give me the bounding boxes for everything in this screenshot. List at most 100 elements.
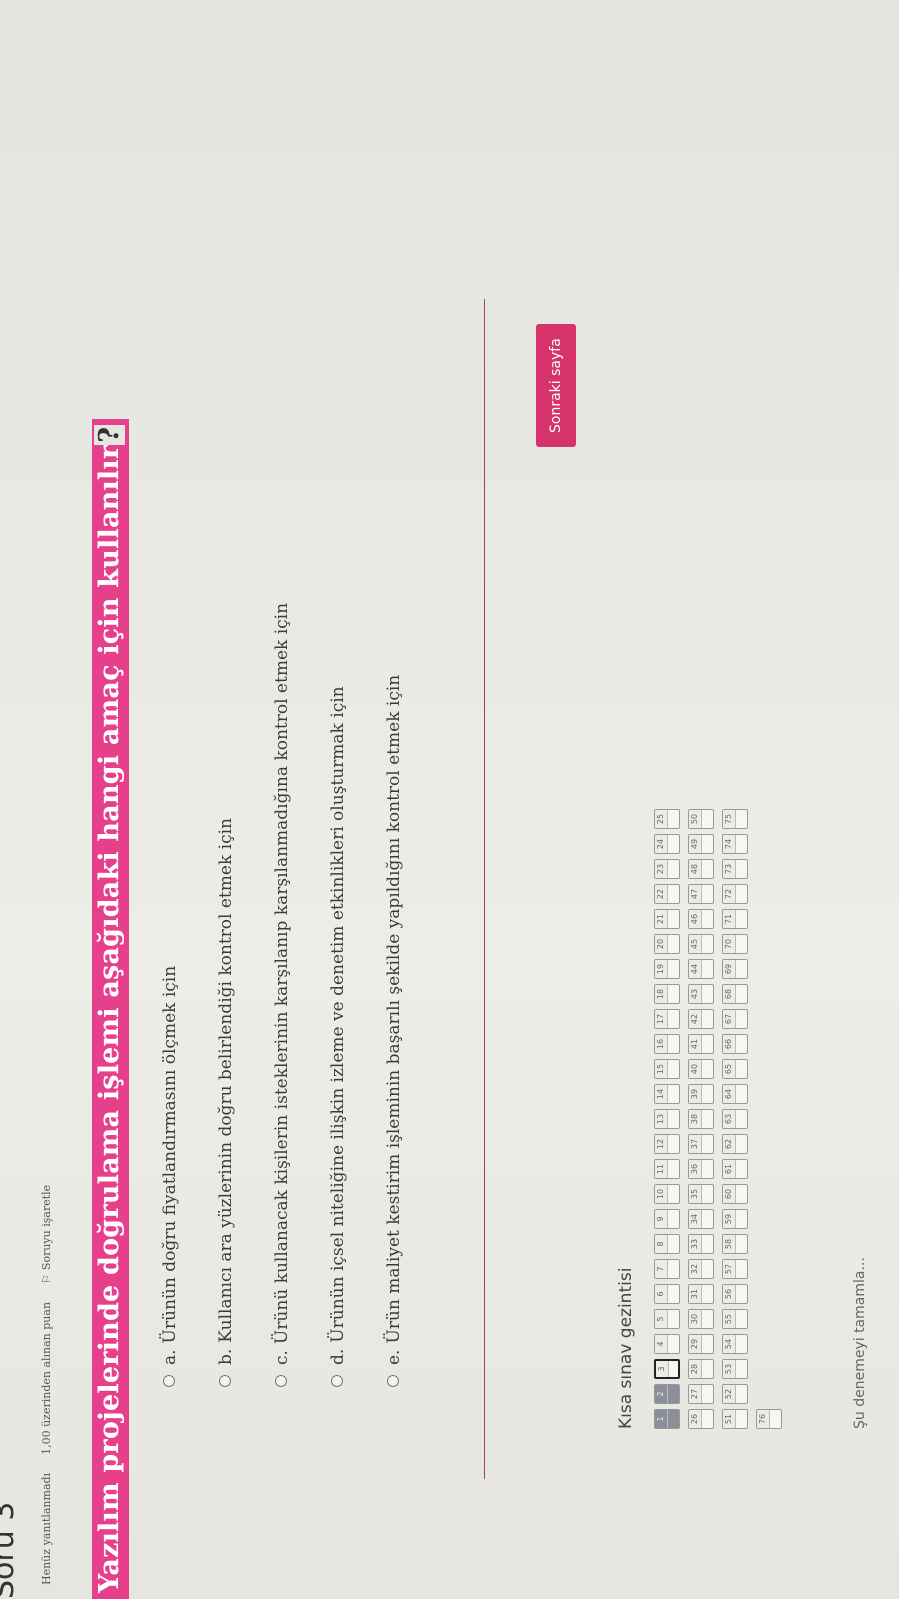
nav-question-33[interactable]: 33 bbox=[688, 1234, 714, 1254]
nav-question-14[interactable]: 14 bbox=[654, 1084, 680, 1104]
nav-question-8[interactable]: 8 bbox=[654, 1234, 680, 1254]
nav-question-21[interactable]: 21 bbox=[654, 909, 680, 929]
nav-question-68[interactable]: 68 bbox=[722, 984, 748, 1004]
nav-question-44[interactable]: 44 bbox=[688, 959, 714, 979]
nav-question-37[interactable]: 37 bbox=[688, 1134, 714, 1154]
question-mark: ? bbox=[94, 424, 125, 445]
nav-question-29[interactable]: 29 bbox=[688, 1334, 714, 1354]
nav-question-number: 18 bbox=[655, 985, 668, 1003]
nav-question-32[interactable]: 32 bbox=[688, 1259, 714, 1279]
nav-question-61[interactable]: 61 bbox=[722, 1159, 748, 1179]
nav-question-36[interactable]: 36 bbox=[688, 1159, 714, 1179]
radio-button[interactable] bbox=[275, 1375, 287, 1387]
nav-question-73[interactable]: 73 bbox=[722, 859, 748, 879]
nav-question-47[interactable]: 47 bbox=[688, 884, 714, 904]
nav-question-60[interactable]: 60 bbox=[722, 1184, 748, 1204]
nav-question-2[interactable]: 2 bbox=[654, 1384, 680, 1404]
option-d[interactable]: d. Ürünün içsel niteliğine ilişkin izlem… bbox=[328, 603, 384, 1387]
nav-question-40[interactable]: 40 bbox=[688, 1059, 714, 1079]
nav-question-71[interactable]: 71 bbox=[722, 909, 748, 929]
nav-question-9[interactable]: 9 bbox=[654, 1209, 680, 1229]
nav-question-65[interactable]: 65 bbox=[722, 1059, 748, 1079]
flag-question-link[interactable]: ⚐ Soruyu işaretle bbox=[40, 1185, 53, 1284]
nav-question-10[interactable]: 10 bbox=[654, 1184, 680, 1204]
nav-question-35[interactable]: 35 bbox=[688, 1184, 714, 1204]
nav-question-52[interactable]: 52 bbox=[722, 1384, 748, 1404]
nav-question-63[interactable]: 63 bbox=[722, 1109, 748, 1129]
nav-question-38[interactable]: 38 bbox=[688, 1109, 714, 1129]
nav-question-34[interactable]: 34 bbox=[688, 1209, 714, 1229]
nav-question-67[interactable]: 67 bbox=[722, 1009, 748, 1029]
nav-question-30[interactable]: 30 bbox=[688, 1309, 714, 1329]
nav-question-12[interactable]: 12 bbox=[654, 1134, 680, 1154]
nav-question-number: 43 bbox=[689, 985, 702, 1003]
nav-question-16[interactable]: 16 bbox=[654, 1034, 680, 1054]
nav-question-53[interactable]: 53 bbox=[722, 1359, 748, 1379]
nav-question-76[interactable]: 76 bbox=[756, 1409, 782, 1429]
nav-question-26[interactable]: 26 bbox=[688, 1409, 714, 1429]
nav-question-64[interactable]: 64 bbox=[722, 1084, 748, 1104]
nav-question-54[interactable]: 54 bbox=[722, 1334, 748, 1354]
nav-question-59[interactable]: 59 bbox=[722, 1209, 748, 1229]
nav-question-28[interactable]: 28 bbox=[688, 1359, 714, 1379]
nav-question-43[interactable]: 43 bbox=[688, 984, 714, 1004]
nav-question-57[interactable]: 57 bbox=[722, 1259, 748, 1279]
nav-question-20[interactable]: 20 bbox=[654, 934, 680, 954]
nav-question-number: 72 bbox=[723, 885, 736, 903]
nav-question-69[interactable]: 69 bbox=[722, 959, 748, 979]
nav-question-41[interactable]: 41 bbox=[688, 1034, 714, 1054]
nav-question-number: 49 bbox=[689, 835, 702, 853]
nav-question-66[interactable]: 66 bbox=[722, 1034, 748, 1054]
nav-question-46[interactable]: 46 bbox=[688, 909, 714, 929]
nav-question-15[interactable]: 15 bbox=[654, 1059, 680, 1079]
radio-button[interactable] bbox=[219, 1375, 231, 1387]
nav-question-45[interactable]: 45 bbox=[688, 934, 714, 954]
nav-question-50[interactable]: 50 bbox=[688, 809, 714, 829]
nav-question-18[interactable]: 18 bbox=[654, 984, 680, 1004]
nav-question-51[interactable]: 51 bbox=[722, 1409, 748, 1429]
nav-question-number: 26 bbox=[689, 1410, 702, 1428]
nav-question-70[interactable]: 70 bbox=[722, 934, 748, 954]
next-page-button[interactable]: Sonraki sayfa bbox=[536, 324, 576, 447]
finish-attempt-link[interactable]: Şu denemeyi tamamla... bbox=[852, 1257, 868, 1429]
option-a[interactable]: a. Ürünün doğru fiyatlandırmasını ölçmek… bbox=[160, 603, 216, 1387]
nav-question-72[interactable]: 72 bbox=[722, 884, 748, 904]
nav-question-55[interactable]: 55 bbox=[722, 1309, 748, 1329]
nav-question-48[interactable]: 48 bbox=[688, 859, 714, 879]
nav-question-74[interactable]: 74 bbox=[722, 834, 748, 854]
nav-question-42[interactable]: 42 bbox=[688, 1009, 714, 1029]
option-letter: a. bbox=[160, 1349, 180, 1365]
option-e[interactable]: e. Ürün maliyet kestirim işleminin başar… bbox=[384, 603, 440, 1387]
nav-question-number: 11 bbox=[655, 1160, 668, 1178]
nav-question-62[interactable]: 62 bbox=[722, 1134, 748, 1154]
nav-question-25[interactable]: 25 bbox=[654, 809, 680, 829]
nav-question-19[interactable]: 19 bbox=[654, 959, 680, 979]
option-b[interactable]: b. Kullanıcı ara yüzlerinin doğru belirl… bbox=[216, 603, 272, 1387]
nav-question-49[interactable]: 49 bbox=[688, 834, 714, 854]
nav-question-31[interactable]: 31 bbox=[688, 1284, 714, 1304]
nav-question-23[interactable]: 23 bbox=[654, 859, 680, 879]
nav-question-1[interactable]: 1 bbox=[654, 1409, 680, 1429]
quiz-page: Soru 3 Henüz yanıtlanmadı 1,00 üzerinden… bbox=[0, 0, 899, 1599]
nav-question-number: 69 bbox=[723, 960, 736, 978]
nav-question-11[interactable]: 11 bbox=[654, 1159, 680, 1179]
option-c[interactable]: c. Ürünü kullanacak kişilerin isteklerin… bbox=[272, 603, 328, 1387]
nav-question-39[interactable]: 39 bbox=[688, 1084, 714, 1104]
radio-button[interactable] bbox=[331, 1375, 343, 1387]
nav-question-75[interactable]: 75 bbox=[722, 809, 748, 829]
nav-question-4[interactable]: 4 bbox=[654, 1334, 680, 1354]
nav-question-3[interactable]: 3 bbox=[654, 1359, 680, 1379]
nav-question-6[interactable]: 6 bbox=[654, 1284, 680, 1304]
nav-question-27[interactable]: 27 bbox=[688, 1384, 714, 1404]
nav-question-13[interactable]: 13 bbox=[654, 1109, 680, 1129]
radio-button[interactable] bbox=[387, 1375, 399, 1387]
nav-question-24[interactable]: 24 bbox=[654, 834, 680, 854]
radio-button[interactable] bbox=[163, 1375, 175, 1387]
nav-question-17[interactable]: 17 bbox=[654, 1009, 680, 1029]
nav-question-number: 73 bbox=[723, 860, 736, 878]
nav-question-22[interactable]: 22 bbox=[654, 884, 680, 904]
nav-question-56[interactable]: 56 bbox=[722, 1284, 748, 1304]
nav-question-7[interactable]: 7 bbox=[654, 1259, 680, 1279]
nav-question-5[interactable]: 5 bbox=[654, 1309, 680, 1329]
nav-question-58[interactable]: 58 bbox=[722, 1234, 748, 1254]
